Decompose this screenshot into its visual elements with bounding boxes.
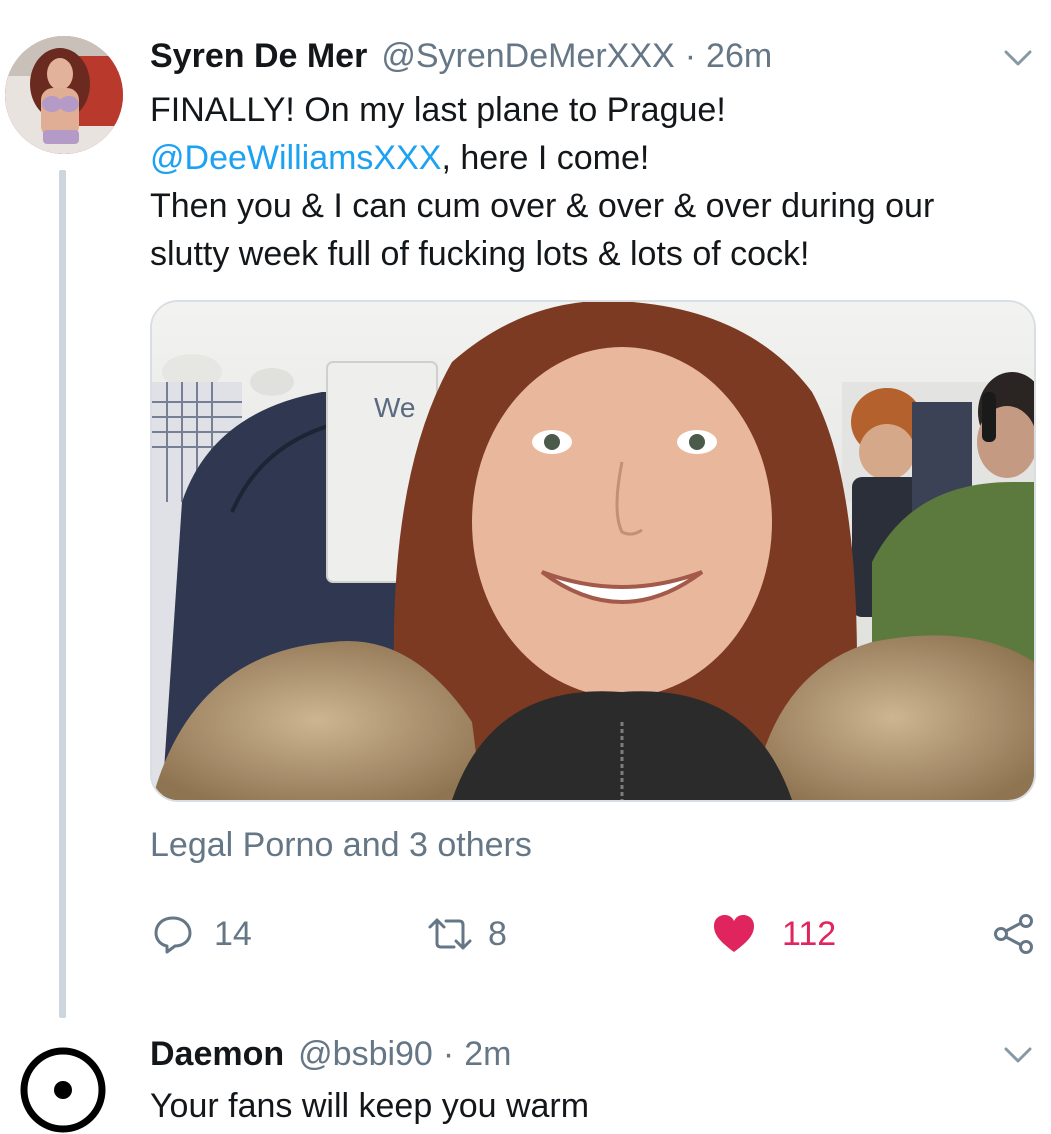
like-action[interactable]: 112 <box>712 910 836 958</box>
author-handle[interactable]: @bsbi90 <box>298 1035 433 1074</box>
reply-count: 14 <box>214 914 252 953</box>
separator-dot: · <box>684 36 697 75</box>
tweet-text-line: slutty week full of fucking lots & lots … <box>150 235 810 273</box>
separator-dot: · <box>442 1034 455 1073</box>
tweet-text-line: @DeeWilliamsXXX, here I come! <box>150 134 1030 182</box>
tweet-header: Syren De Mer @SyrenDeMerXXX · 26m <box>150 34 772 78</box>
share-action[interactable] <box>993 910 1035 958</box>
tweet-photo[interactable]: We <box>150 300 1036 802</box>
tweet-text: FINALLY! On my last plane to Prague! @De… <box>150 86 1030 278</box>
mention-link[interactable]: @DeeWilliamsXXX <box>150 139 441 177</box>
like-count: 112 <box>782 914 837 953</box>
author-name[interactable]: Daemon <box>150 1035 284 1074</box>
thread-connector-line <box>59 170 66 1018</box>
liked-by-text[interactable]: Legal Porno and 3 others <box>150 826 532 865</box>
tweet-text-line: FINALLY! On my last plane to Prague! <box>150 91 726 129</box>
share-icon <box>994 914 1033 954</box>
author-handle[interactable]: @SyrenDeMerXXX <box>381 37 674 76</box>
author-name[interactable]: Syren De Mer <box>150 37 367 76</box>
avatar[interactable] <box>5 36 123 154</box>
reply-header: Daemon @bsbi90 · 2m <box>150 1032 511 1076</box>
tweet-text-line: Then you & I can cum over & over & over … <box>150 187 935 225</box>
retweet-action[interactable]: 8 <box>426 910 507 958</box>
retweet-count: 8 <box>488 914 507 953</box>
reply-bubble-icon <box>154 916 192 954</box>
avatar[interactable] <box>19 1046 107 1134</box>
reply-text: Your fans will keep you warm <box>150 1087 590 1125</box>
reply-action[interactable]: 14 <box>152 910 252 958</box>
tweet-timestamp[interactable]: 2m <box>464 1035 511 1074</box>
chevron-down-icon[interactable] <box>1003 1045 1033 1065</box>
tweet-timestamp[interactable]: 26m <box>706 37 772 76</box>
chevron-down-icon[interactable] <box>1003 48 1033 68</box>
heart-icon <box>714 915 754 952</box>
retweet-icon <box>428 918 472 950</box>
tweet-text-fragment: , here I come! <box>441 139 650 177</box>
headrest-text: We <box>374 392 416 423</box>
